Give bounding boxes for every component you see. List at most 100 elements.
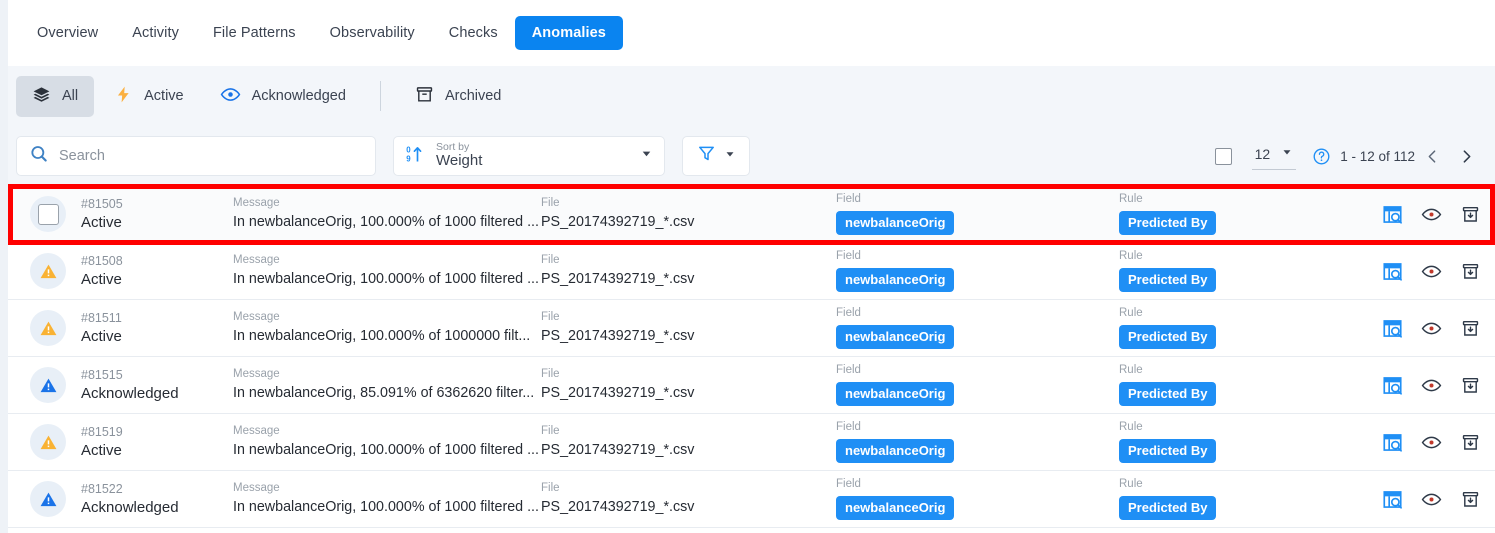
rule-badge[interactable]: Predicted By: [1119, 325, 1217, 349]
filter-dropdown-button[interactable]: [682, 136, 750, 176]
tab-activity[interactable]: Activity: [115, 16, 196, 50]
tab-anomalies[interactable]: Anomalies: [514, 16, 623, 50]
row-file-value: PS_20174392719_*.csv: [541, 442, 695, 459]
anomaly-list: #81505 Active Message In newbalanceOrig, 10…: [8, 184, 1495, 533]
table-row[interactable]: #81505 Active Message In newbalanceOrig, 10…: [8, 186, 1495, 243]
filter-chip-active[interactable]: Active: [98, 76, 200, 117]
previous-page-button[interactable]: [1415, 139, 1449, 173]
row-file-value: PS_20174392719_*.csv: [541, 328, 695, 345]
tab-observability[interactable]: Observability: [313, 16, 432, 50]
row-actions: [1381, 431, 1495, 453]
table-row[interactable]: #81508 Active Message In newbalanceOrig, 10…: [8, 243, 1495, 300]
row-field-cell: Field newbalanceOrig: [836, 193, 1119, 235]
archive-icon[interactable]: [1459, 317, 1481, 339]
row-status-cell: #81508 Active: [30, 253, 233, 289]
rule-badge[interactable]: Predicted By: [1119, 496, 1217, 520]
chevron-down-icon: [640, 147, 653, 165]
svg-text:9: 9: [406, 154, 411, 163]
column-header-message: Message: [233, 253, 280, 266]
next-page-button[interactable]: [1449, 139, 1483, 173]
tab-overview[interactable]: Overview: [20, 16, 115, 50]
archive-icon[interactable]: [1459, 203, 1481, 225]
column-header-rule: Rule: [1119, 421, 1143, 434]
tab-checks[interactable]: Checks: [432, 16, 515, 50]
filter-chip-all[interactable]: All: [16, 75, 95, 117]
row-status-cell: #81515 Acknowledged: [30, 367, 233, 403]
row-rule-cell: Rule Predicted By: [1119, 421, 1362, 463]
eye-icon[interactable]: [1420, 431, 1442, 453]
eye-icon[interactable]: [1420, 488, 1442, 510]
row-actions: [1381, 260, 1495, 282]
row-select-checkbox[interactable]: [37, 203, 59, 225]
column-header-rule: Rule: [1119, 193, 1143, 206]
eye-icon[interactable]: [1420, 260, 1442, 282]
row-message-cell: Message In newbalanceOrig, 100.000% of 10…: [233, 482, 541, 517]
data-inspect-icon[interactable]: [1381, 431, 1403, 453]
data-inspect-icon[interactable]: [1381, 374, 1403, 396]
row-id: #81505: [81, 196, 123, 211]
row-file-cell: File PS_20174392719_*.csv: [541, 425, 836, 460]
search-field[interactable]: [16, 136, 376, 176]
row-message-value: In newbalanceOrig, 100.000% of 1000 filt…: [233, 271, 539, 288]
archive-icon[interactable]: [1459, 260, 1481, 282]
row-id: #81515: [81, 367, 123, 382]
row-file-cell: File PS_20174392719_*.csv: [541, 482, 836, 517]
row-actions: [1381, 488, 1495, 510]
filter-chip-all-label: All: [62, 88, 79, 104]
column-header-message: Message: [233, 481, 280, 494]
column-header-field: Field: [836, 478, 861, 491]
rule-badge[interactable]: Predicted By: [1119, 211, 1217, 235]
rule-badge[interactable]: Predicted By: [1119, 268, 1217, 292]
data-inspect-icon[interactable]: [1381, 203, 1403, 225]
data-inspect-icon[interactable]: [1381, 488, 1403, 510]
rule-badge[interactable]: Predicted By: [1119, 439, 1217, 463]
rule-badge[interactable]: Predicted By: [1119, 382, 1217, 406]
column-header-file: File: [541, 253, 560, 266]
data-inspect-icon[interactable]: [1381, 317, 1403, 339]
row-state: Active: [81, 270, 122, 288]
table-row[interactable]: #81511 Active Message In newbalanceOrig, 10…: [8, 300, 1495, 357]
table-row[interactable]: #81515 Acknowledged Message In newbalanceOr…: [8, 357, 1495, 414]
eye-icon[interactable]: [1420, 374, 1442, 396]
field-badge[interactable]: newbalanceOrig: [836, 325, 955, 349]
row-file-cell: File PS_20174392719_*.csv: [541, 368, 836, 403]
field-badge[interactable]: newbalanceOrig: [836, 439, 955, 463]
column-header-field: Field: [836, 307, 861, 320]
archive-icon[interactable]: [1459, 431, 1481, 453]
row-rule-cell: Rule Predicted By: [1119, 193, 1362, 235]
archive-icon[interactable]: [1459, 374, 1481, 396]
field-badge[interactable]: newbalanceOrig: [836, 268, 955, 292]
column-header-rule: Rule: [1119, 250, 1143, 263]
row-field-cell: Field newbalanceOrig: [836, 250, 1119, 292]
eye-icon[interactable]: [1420, 317, 1442, 339]
row-actions: [1381, 203, 1495, 225]
search-input[interactable]: [59, 148, 363, 164]
tab-file-patterns[interactable]: File Patterns: [196, 16, 313, 50]
row-status-cell: #81505 Active: [30, 196, 233, 232]
data-inspect-icon[interactable]: [1381, 260, 1403, 282]
column-header-file: File: [541, 310, 560, 323]
column-header-field: Field: [836, 421, 861, 434]
filter-chip-acknowledged[interactable]: Acknowledged: [204, 75, 362, 118]
sort-by-dropdown[interactable]: 0 9 Sort by Weight: [393, 136, 665, 176]
field-badge[interactable]: newbalanceOrig: [836, 382, 955, 406]
help-circle-icon[interactable]: [1312, 147, 1331, 166]
eye-icon[interactable]: [1420, 203, 1442, 225]
table-row[interactable]: #81519 Active Message In newbalanceOrig, 10…: [8, 414, 1495, 471]
filter-chip-active-label: Active: [144, 88, 184, 104]
anomalies-page: Overview Activity File Patterns Observab…: [0, 0, 1495, 533]
table-row[interactable]: #81522 Acknowledged Message In newbalanceOr…: [8, 471, 1495, 528]
archive-icon[interactable]: [1459, 488, 1481, 510]
column-header-message: Message: [233, 424, 280, 437]
select-all-checkbox[interactable]: [1214, 147, 1232, 165]
row-state: Active: [81, 213, 122, 231]
page-size-dropdown[interactable]: 12: [1251, 143, 1297, 170]
row-message-value: In newbalanceOrig, 85.091% of 6362620 fi…: [233, 385, 535, 402]
field-badge[interactable]: newbalanceOrig: [836, 211, 955, 235]
field-badge[interactable]: newbalanceOrig: [836, 496, 955, 520]
row-field-cell: Field newbalanceOrig: [836, 421, 1119, 463]
row-rule-cell: Rule Predicted By: [1119, 364, 1362, 406]
eye-icon: [220, 84, 241, 109]
row-select-checkbox-wrapper[interactable]: [30, 196, 66, 232]
filter-chip-archived[interactable]: Archived: [399, 76, 517, 117]
